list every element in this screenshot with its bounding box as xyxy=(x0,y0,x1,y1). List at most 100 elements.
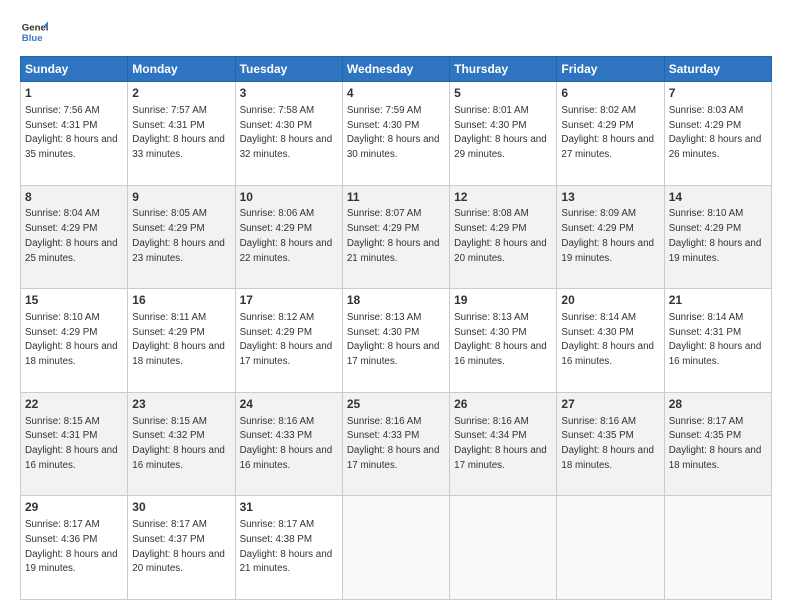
calendar-week-4: 22 Sunrise: 8:15 AMSunset: 4:31 PMDayligh… xyxy=(21,392,772,496)
day-header-saturday: Saturday xyxy=(664,57,771,82)
calendar-cell: 19 Sunrise: 8:13 AMSunset: 4:30 PMDayligh… xyxy=(450,289,557,393)
calendar-cell: 11 Sunrise: 8:07 AMSunset: 4:29 PMDayligh… xyxy=(342,185,449,289)
day-number: 16 xyxy=(132,292,230,309)
day-number: 12 xyxy=(454,189,552,206)
day-info: Sunrise: 8:05 AMSunset: 4:29 PMDaylight:… xyxy=(132,208,225,263)
day-number: 21 xyxy=(669,292,767,309)
day-number: 25 xyxy=(347,396,445,413)
day-info: Sunrise: 8:16 AMSunset: 4:34 PMDaylight:… xyxy=(454,416,547,471)
calendar-week-3: 15 Sunrise: 8:10 AMSunset: 4:29 PMDayligh… xyxy=(21,289,772,393)
day-info: Sunrise: 8:17 AMSunset: 4:35 PMDaylight:… xyxy=(669,416,762,471)
day-number: 13 xyxy=(561,189,659,206)
day-number: 11 xyxy=(347,189,445,206)
day-number: 14 xyxy=(669,189,767,206)
calendar-cell: 13 Sunrise: 8:09 AMSunset: 4:29 PMDayligh… xyxy=(557,185,664,289)
day-number: 19 xyxy=(454,292,552,309)
day-number: 10 xyxy=(240,189,338,206)
day-info: Sunrise: 8:13 AMSunset: 4:30 PMDaylight:… xyxy=(454,312,547,367)
day-number: 24 xyxy=(240,396,338,413)
day-info: Sunrise: 8:17 AMSunset: 4:36 PMDaylight:… xyxy=(25,519,118,574)
day-header-friday: Friday xyxy=(557,57,664,82)
day-number: 9 xyxy=(132,189,230,206)
day-info: Sunrise: 8:09 AMSunset: 4:29 PMDaylight:… xyxy=(561,208,654,263)
calendar-cell: 28 Sunrise: 8:17 AMSunset: 4:35 PMDayligh… xyxy=(664,392,771,496)
calendar-cell: 16 Sunrise: 8:11 AMSunset: 4:29 PMDayligh… xyxy=(128,289,235,393)
header: General Blue xyxy=(20,18,772,46)
day-info: Sunrise: 8:03 AMSunset: 4:29 PMDaylight:… xyxy=(669,105,762,160)
day-number: 1 xyxy=(25,85,123,102)
day-number: 3 xyxy=(240,85,338,102)
day-header-sunday: Sunday xyxy=(21,57,128,82)
day-header-wednesday: Wednesday xyxy=(342,57,449,82)
calendar-cell: 25Sunrise: 8:16 AMSunset: 4:33 PMDayligh… xyxy=(342,392,449,496)
calendar-cell: 15 Sunrise: 8:10 AMSunset: 4:29 PMDayligh… xyxy=(21,289,128,393)
day-header-tuesday: Tuesday xyxy=(235,57,342,82)
day-number: 8 xyxy=(25,189,123,206)
logo: General Blue xyxy=(20,18,48,46)
day-number: 23 xyxy=(132,396,230,413)
day-info: Sunrise: 8:10 AMSunset: 4:29 PMDaylight:… xyxy=(669,208,762,263)
calendar-cell: 5Sunrise: 8:01 AMSunset: 4:30 PMDaylight… xyxy=(450,82,557,186)
day-number: 30 xyxy=(132,499,230,516)
day-number: 28 xyxy=(669,396,767,413)
day-info: Sunrise: 7:56 AMSunset: 4:31 PMDaylight:… xyxy=(25,105,118,160)
logo-icon: General Blue xyxy=(20,18,48,46)
day-number: 15 xyxy=(25,292,123,309)
calendar-cell: 14 Sunrise: 8:10 AMSunset: 4:29 PMDayligh… xyxy=(664,185,771,289)
calendar-cell: 24 Sunrise: 8:16 AMSunset: 4:33 PMDayligh… xyxy=(235,392,342,496)
day-number: 6 xyxy=(561,85,659,102)
day-info: Sunrise: 8:07 AMSunset: 4:29 PMDaylight:… xyxy=(347,208,440,263)
calendar-week-5: 29Sunrise: 8:17 AMSunset: 4:36 PMDayligh… xyxy=(21,496,772,600)
calendar-cell: 17 Sunrise: 8:12 AMSunset: 4:29 PMDayligh… xyxy=(235,289,342,393)
day-header-monday: Monday xyxy=(128,57,235,82)
calendar-cell: 3 Sunrise: 7:58 AMSunset: 4:30 PMDaylight… xyxy=(235,82,342,186)
calendar-cell: 6 Sunrise: 8:02 AMSunset: 4:29 PMDaylight… xyxy=(557,82,664,186)
day-header-thursday: Thursday xyxy=(450,57,557,82)
day-info: Sunrise: 8:12 AMSunset: 4:29 PMDaylight:… xyxy=(240,312,333,367)
day-info: Sunrise: 7:59 AMSunset: 4:30 PMDaylight:… xyxy=(347,105,440,160)
calendar-cell: 26 Sunrise: 8:16 AMSunset: 4:34 PMDayligh… xyxy=(450,392,557,496)
calendar-cell xyxy=(664,496,771,600)
svg-text:Blue: Blue xyxy=(22,33,43,44)
day-info: Sunrise: 8:16 AMSunset: 4:35 PMDaylight:… xyxy=(561,416,654,471)
calendar-cell: 30 Sunrise: 8:17 AMSunset: 4:37 PMDayligh… xyxy=(128,496,235,600)
calendar-week-1: 1 Sunrise: 7:56 AMSunset: 4:31 PMDaylight… xyxy=(21,82,772,186)
calendar-cell: 9 Sunrise: 8:05 AMSunset: 4:29 PMDaylight… xyxy=(128,185,235,289)
day-number: 31 xyxy=(240,499,338,516)
day-number: 26 xyxy=(454,396,552,413)
calendar-cell: 2 Sunrise: 7:57 AMSunset: 4:31 PMDaylight… xyxy=(128,82,235,186)
calendar-page: General Blue SundayMondayTuesdayWednesda… xyxy=(0,0,792,612)
calendar-cell: 27Sunrise: 8:16 AMSunset: 4:35 PMDayligh… xyxy=(557,392,664,496)
calendar-cell: 29Sunrise: 8:17 AMSunset: 4:36 PMDayligh… xyxy=(21,496,128,600)
day-number: 2 xyxy=(132,85,230,102)
calendar-cell: 12 Sunrise: 8:08 AMSunset: 4:29 PMDayligh… xyxy=(450,185,557,289)
day-info: Sunrise: 7:57 AMSunset: 4:31 PMDaylight:… xyxy=(132,105,225,160)
calendar-cell: 22 Sunrise: 8:15 AMSunset: 4:31 PMDayligh… xyxy=(21,392,128,496)
calendar-cell: 31Sunrise: 8:17 AMSunset: 4:38 PMDayligh… xyxy=(235,496,342,600)
day-info: Sunrise: 8:13 AMSunset: 4:30 PMDaylight:… xyxy=(347,312,440,367)
day-info: Sunrise: 8:17 AMSunset: 4:37 PMDaylight:… xyxy=(132,519,225,574)
calendar-table: SundayMondayTuesdayWednesdayThursdayFrid… xyxy=(20,56,772,600)
day-number: 7 xyxy=(669,85,767,102)
calendar-cell xyxy=(342,496,449,600)
calendar-cell xyxy=(557,496,664,600)
day-info: Sunrise: 8:04 AMSunset: 4:29 PMDaylight:… xyxy=(25,208,118,263)
day-number: 20 xyxy=(561,292,659,309)
day-info: Sunrise: 7:58 AMSunset: 4:30 PMDaylight:… xyxy=(240,105,333,160)
calendar-week-2: 8 Sunrise: 8:04 AMSunset: 4:29 PMDaylight… xyxy=(21,185,772,289)
day-info: Sunrise: 8:15 AMSunset: 4:31 PMDaylight:… xyxy=(25,416,118,471)
day-info: Sunrise: 8:08 AMSunset: 4:29 PMDaylight:… xyxy=(454,208,547,263)
day-info: Sunrise: 8:02 AMSunset: 4:29 PMDaylight:… xyxy=(561,105,654,160)
calendar-cell: 1 Sunrise: 7:56 AMSunset: 4:31 PMDaylight… xyxy=(21,82,128,186)
calendar-cell: 18Sunrise: 8:13 AMSunset: 4:30 PMDayligh… xyxy=(342,289,449,393)
calendar-cell: 20Sunrise: 8:14 AMSunset: 4:30 PMDayligh… xyxy=(557,289,664,393)
day-info: Sunrise: 8:16 AMSunset: 4:33 PMDaylight:… xyxy=(240,416,333,471)
day-info: Sunrise: 8:15 AMSunset: 4:32 PMDaylight:… xyxy=(132,416,225,471)
calendar-cell: 10Sunrise: 8:06 AMSunset: 4:29 PMDayligh… xyxy=(235,185,342,289)
day-info: Sunrise: 8:10 AMSunset: 4:29 PMDaylight:… xyxy=(25,312,118,367)
day-info: Sunrise: 8:01 AMSunset: 4:30 PMDaylight:… xyxy=(454,105,547,160)
day-info: Sunrise: 8:11 AMSunset: 4:29 PMDaylight:… xyxy=(132,312,225,367)
day-number: 17 xyxy=(240,292,338,309)
calendar-header-row: SundayMondayTuesdayWednesdayThursdayFrid… xyxy=(21,57,772,82)
day-number: 22 xyxy=(25,396,123,413)
